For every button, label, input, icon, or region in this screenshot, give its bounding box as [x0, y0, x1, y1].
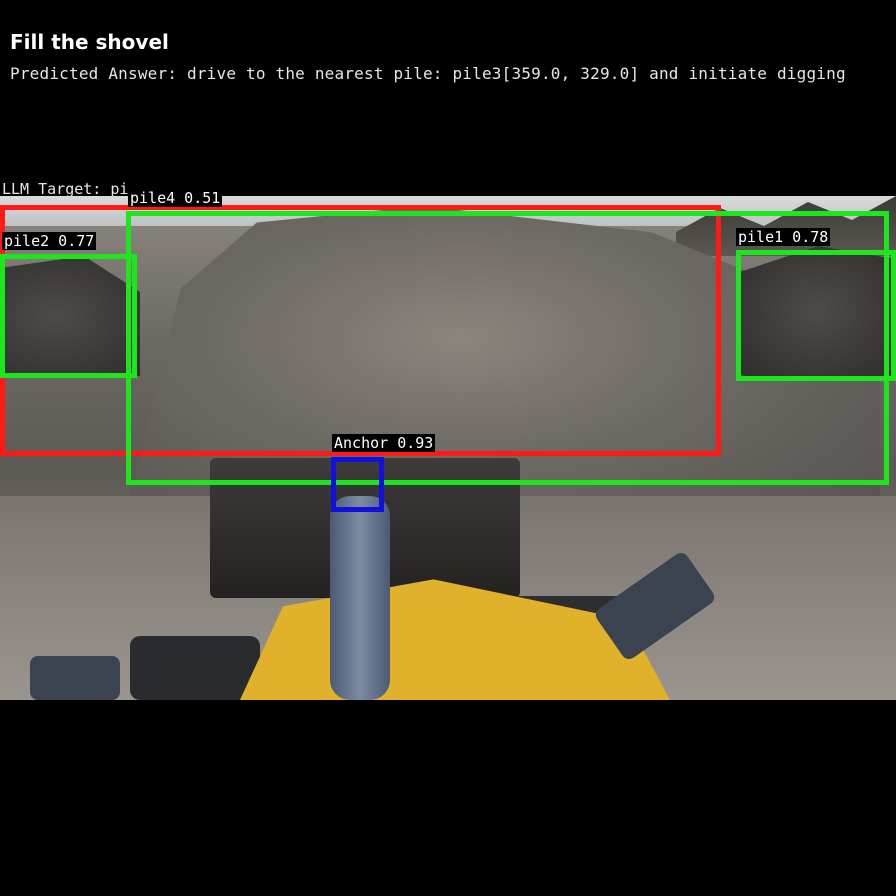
anchor-box	[331, 457, 384, 512]
loader-arm	[330, 496, 390, 700]
left-tire	[130, 636, 260, 700]
anchor-label: Anchor 0.93	[332, 434, 436, 452]
predicted-answer: Predicted Answer: drive to the nearest p…	[10, 64, 846, 83]
pile4-label: pile4 0.51	[128, 189, 223, 207]
pile2-label: pile2 0.77	[2, 232, 97, 250]
task-title: Fill the shovel	[10, 30, 169, 54]
pile1-label: pile1 0.78	[736, 228, 831, 246]
pile1-box	[736, 250, 896, 381]
cab-left-mirror	[30, 656, 120, 700]
pile2-box	[0, 254, 137, 378]
